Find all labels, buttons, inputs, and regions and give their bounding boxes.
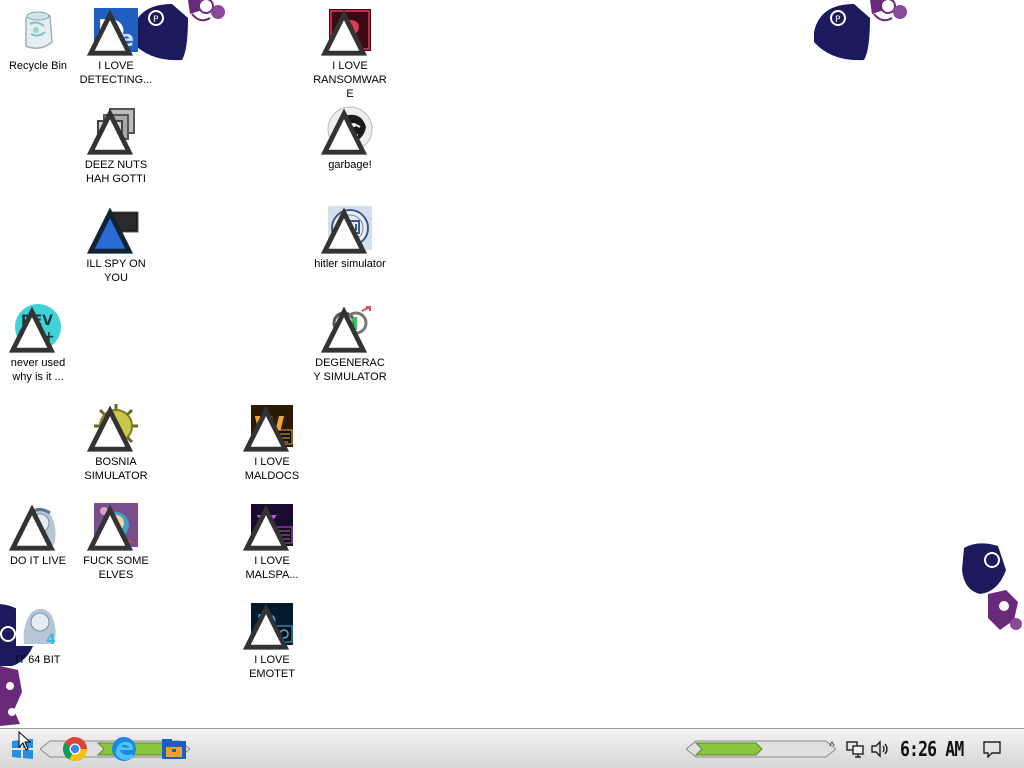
desktop-icon-spy[interactable]: ILL SPY ON YOU <box>78 204 154 285</box>
desktop-icon-hitler-simulator[interactable]: hitler simulator <box>312 204 388 271</box>
desktop-icon-dev-cpp[interactable]: DEV C++ never used why is it ... <box>0 303 76 384</box>
desktop-icon-maldocs[interactable]: W I LOVE MALDOCS <box>234 402 310 483</box>
desktop-icon-label: DO IT LIVE <box>9 555 67 567</box>
decor-character-top-right: P <box>812 0 912 62</box>
tray-notification-button[interactable] <box>982 740 1002 759</box>
stacked-windows-icon <box>86 105 140 155</box>
publisher-doc-icon: P <box>242 600 296 650</box>
desktop-icon-label: DEEZ NUTS HAH GOTTI <box>84 159 148 185</box>
portrait-64-icon: 4 <box>14 600 62 648</box>
seal-emblem-icon <box>320 204 374 254</box>
desktop-icon-label: I LOVE MALDOCS <box>244 456 300 482</box>
desktop-icon-label: ILL SPY ON YOU <box>86 258 146 284</box>
taskbar-right-band <box>686 740 836 758</box>
desktop-icon-label: BOSNIA SIMULATOR <box>84 456 148 482</box>
file-explorer-icon <box>162 739 186 759</box>
recycle-bin-icon <box>14 6 62 54</box>
desktop-icon-label: hitler simulator <box>314 258 386 270</box>
notification-icon <box>983 741 1001 759</box>
taskbar-chrome-button[interactable] <box>61 735 89 763</box>
desktop-icon-label: DEGENERACY SIMULATOR <box>313 357 387 383</box>
portrait-icon <box>8 501 62 551</box>
desktop-icon-do-it-live[interactable]: DO IT LIVE <box>0 501 76 568</box>
desktop-icon-label: I LOVE DETECTING... <box>79 60 153 86</box>
spy-camera-icon <box>86 204 140 254</box>
desktop-icon-malspam[interactable]: X I LOVE MALSPA... <box>234 501 310 582</box>
network-icon <box>846 741 864 758</box>
excel-doc-icon: X <box>242 501 296 551</box>
desktop-icon-label: FUCK SOME ELVES <box>83 555 149 581</box>
desktop-icon-label: never used why is it ... <box>10 357 66 383</box>
desktop-icon-elves[interactable]: FUCK SOME ELVES <box>78 501 154 582</box>
shortcut-arrow-icon <box>320 307 368 353</box>
desktop-icon-bosnia-simulator[interactable]: BOSNIA SIMULATOR <box>78 402 154 483</box>
mouse-cursor-icon <box>18 731 32 751</box>
desktop-icon-it-64-bit[interactable]: 4 IT 64 BIT <box>0 600 76 667</box>
desktop-icon-recycle-bin[interactable]: Recycle Bin <box>0 6 76 73</box>
tray-show-hidden-button[interactable]: ^ <box>826 739 838 757</box>
svg-text:4: 4 <box>46 632 56 648</box>
desktop-icon-label: I LOVE RANSOMWARE <box>313 60 387 100</box>
shortcut-arrow-icon <box>320 208 368 254</box>
shortcut-arrow-icon <box>86 406 134 452</box>
tray-volume-button[interactable] <box>870 740 890 758</box>
desktop-icon-label: I LOVE MALSPA... <box>245 555 299 581</box>
desktop-icon-degeneracy-simulator[interactable]: M DEGENERACY SIMULATOR <box>312 303 388 384</box>
shortcut-arrow-icon <box>320 109 368 155</box>
shortcut-arrow-icon <box>320 10 368 56</box>
desktop-icon-label: Recycle Bin <box>8 60 68 72</box>
desktop-icon-emotet[interactable]: P I LOVE EMOTET <box>234 600 310 681</box>
ransomware-p-icon: P <box>320 6 374 56</box>
chrome-icon <box>62 737 87 762</box>
taskbar: ^ 6:26 AM <box>0 728 1024 768</box>
desktop-icon-deez-nuts[interactable]: DEEZ NUTS HAH GOTTI <box>78 105 154 186</box>
desktop-icon-garbage[interactable]: garbage! <box>312 105 388 172</box>
desktop-icon-ransomware[interactable]: P I LOVE RANSOMWARE <box>312 6 388 101</box>
desktop-icon-label: IT 64 BIT <box>15 654 61 666</box>
tray-clock[interactable]: 6:26 AM <box>900 737 964 761</box>
taskbar-file-explorer-button[interactable] <box>160 735 188 763</box>
tray-network-button[interactable] <box>846 740 864 758</box>
shortcut-arrow-icon <box>86 505 134 551</box>
shortcut-arrow-icon <box>242 604 290 650</box>
svg-text:P: P <box>835 15 841 25</box>
decor-character-right <box>958 540 1024 632</box>
shortcut-arrow-icon <box>8 307 56 353</box>
word-doc-icon: W <box>242 402 296 452</box>
volume-icon <box>871 740 888 758</box>
desktop-icon-label: I LOVE EMOTET <box>249 654 295 680</box>
shortcut-arrow-icon <box>242 406 290 452</box>
shortcut-arrow-icon <box>242 505 290 551</box>
chevron-up-icon: ^ <box>829 739 835 753</box>
spiked-mine-icon <box>86 402 140 452</box>
detect-it-easy-icon: D e <box>86 6 140 56</box>
desktop-icon-label: garbage! <box>328 159 372 171</box>
desktop-icon-detecting[interactable]: D e I LOVE DETECTING... <box>78 6 154 87</box>
shortcut-arrow-icon <box>86 109 134 155</box>
shortcut-arrow-icon <box>86 10 134 56</box>
edge-browser-icon <box>112 737 136 761</box>
gender-symbol-icon: M <box>320 303 374 353</box>
taskbar-edge-button[interactable] <box>110 735 138 763</box>
dev-cpp-icon: DEV C++ <box>8 303 62 353</box>
shortcut-arrow-icon <box>8 505 56 551</box>
lion-emblem-icon <box>320 105 374 155</box>
shortcut-arrow-icon <box>86 208 134 254</box>
game-art-icon <box>86 501 140 551</box>
